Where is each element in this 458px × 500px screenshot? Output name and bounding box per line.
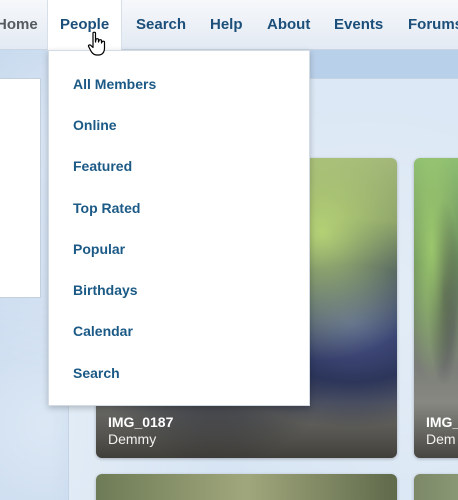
nav-item-forums[interactable]: Forums — [408, 0, 458, 50]
people-dropdown-menu: All Members Online Featured Top Rated Po… — [48, 50, 310, 406]
menu-item-online[interactable]: Online — [73, 115, 117, 135]
nav-item-events[interactable]: Events — [334, 0, 383, 50]
photo-owner[interactable]: Demmy — [108, 430, 397, 448]
nav-item-help[interactable]: Help — [210, 0, 243, 50]
menu-item-top-rated[interactable]: Top Rated — [73, 198, 140, 218]
menu-item-popular[interactable]: Popular — [73, 239, 125, 259]
photo-caption: IMG_ Dem — [414, 402, 458, 458]
menu-item-birthdays[interactable]: Birthdays — [73, 280, 138, 300]
photo-card[interactable] — [96, 474, 397, 500]
photo-title[interactable]: IMG_0187 — [108, 414, 397, 430]
nav-item-about[interactable]: About — [267, 0, 310, 50]
photo-title[interactable]: IMG_ — [426, 414, 458, 430]
nav-item-search[interactable]: Search — [136, 0, 186, 50]
photo-card[interactable]: IMG_ Dem — [414, 158, 458, 458]
hand-pointer-icon — [87, 31, 106, 56]
sidebar-panel — [0, 78, 41, 298]
top-navbar: Home People Search Help About Events For… — [0, 0, 458, 51]
menu-item-featured[interactable]: Featured — [73, 156, 132, 176]
nav-item-people[interactable]: People — [47, 0, 123, 51]
nav-item-home[interactable]: Home — [0, 0, 38, 50]
photo-caption: IMG_0187 Demmy — [96, 402, 397, 458]
menu-item-search[interactable]: Search — [73, 363, 120, 383]
photo-thumbnail[interactable] — [96, 474, 397, 500]
photo-thumbnail[interactable] — [414, 474, 458, 500]
photo-owner[interactable]: Dem — [426, 430, 458, 448]
menu-item-calendar[interactable]: Calendar — [73, 321, 133, 341]
menu-item-all-members[interactable]: All Members — [73, 74, 156, 94]
photo-card[interactable] — [414, 474, 458, 500]
